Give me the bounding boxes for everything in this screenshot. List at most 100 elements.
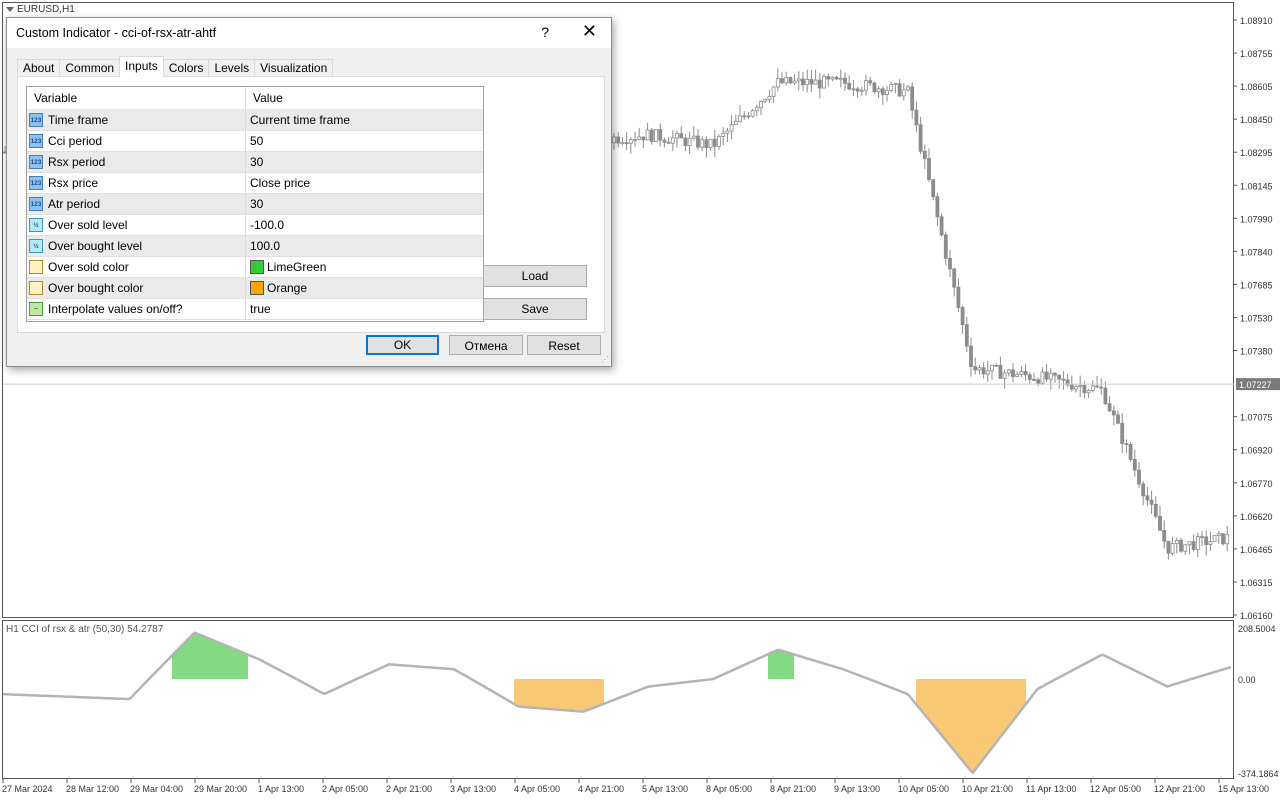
candle-body <box>696 135 700 148</box>
input-variable-cell: Over sold color <box>27 257 246 277</box>
price-label: 1.06920 <box>1240 446 1273 456</box>
candle-body <box>897 83 902 97</box>
input-row[interactable]: Over bought color Orange <box>27 278 483 299</box>
close-button[interactable]: ✕ <box>582 21 597 42</box>
input-value-cell[interactable]: 30 <box>246 194 483 214</box>
candle-body <box>704 139 709 148</box>
candle-body <box>796 78 801 82</box>
chart-symbol-title[interactable]: EURUSD,H1 <box>6 4 75 15</box>
candle-body <box>805 79 810 86</box>
time-label: 10 Apr 21:00 <box>962 784 1013 794</box>
save-button[interactable]: Save <box>483 298 587 320</box>
time-label: 2 Apr 05:00 <box>322 784 368 794</box>
input-value-cell[interactable]: -100.0 <box>246 215 483 235</box>
input-variable-cell: ½ Over sold level <box>27 215 246 235</box>
double-type-icon: ½ <box>29 218 43 232</box>
candle-body <box>1137 469 1141 485</box>
candle-body <box>746 115 751 118</box>
input-row[interactable]: ½ Over sold level -100.0 <box>27 215 483 236</box>
input-row[interactable]: ~ Interpolate values on/off? true <box>27 299 483 320</box>
price-label: 1.08755 <box>1240 49 1273 59</box>
input-variable-label: Over bought color <box>48 281 144 295</box>
candle-body <box>922 150 927 159</box>
candle-body <box>1044 371 1049 380</box>
reset-button[interactable]: Reset <box>527 335 601 355</box>
integer-type-icon: 123 <box>29 155 43 169</box>
input-value-cell[interactable]: LimeGreen <box>246 257 483 277</box>
resize-grip-icon[interactable]: ⋰ <box>601 355 609 364</box>
input-row[interactable]: 123 Rsx price Close price <box>27 173 483 194</box>
input-row[interactable]: 123 Atr period 30 <box>27 194 483 215</box>
input-value-cell[interactable]: Orange <box>246 278 483 298</box>
dialog-titlebar[interactable]: Custom Indicator - cci-of-rsx-atr-ahtf ?… <box>7 18 611 48</box>
tab-common[interactable]: Common <box>59 59 121 77</box>
tab-colors[interactable]: Colors <box>162 59 210 77</box>
candle-body <box>948 258 952 270</box>
tab-levels[interactable]: Levels <box>208 59 256 77</box>
help-button[interactable]: ? <box>541 24 549 40</box>
ok-button[interactable]: OK <box>366 335 439 355</box>
input-variable-cell: 123 Atr period <box>27 194 246 214</box>
candle-body <box>1149 499 1154 505</box>
load-button[interactable]: Load <box>483 265 587 287</box>
tab-about[interactable]: About <box>17 59 61 77</box>
candle-body <box>1208 541 1213 546</box>
candle-body <box>1162 529 1167 542</box>
input-value-cell[interactable]: 100.0 <box>246 236 483 256</box>
input-value-cell[interactable]: Close price <box>246 173 483 193</box>
candle-body <box>826 76 831 80</box>
input-variable-cell: 123 Time frame <box>27 110 246 130</box>
candle-body <box>935 196 940 218</box>
color-swatch <box>250 281 264 295</box>
candle-body <box>859 89 864 92</box>
input-variable-label: Over sold level <box>48 218 128 232</box>
input-value-cell[interactable]: Current time frame <box>246 110 483 130</box>
candle-body <box>864 80 868 91</box>
input-row[interactable]: Over sold color LimeGreen <box>27 257 483 278</box>
candle-body <box>670 137 675 144</box>
input-variable-label: Rsx price <box>48 176 99 190</box>
candle-body <box>624 142 629 144</box>
cancel-button[interactable]: Отмена <box>449 335 523 355</box>
input-value-cell[interactable]: 30 <box>246 152 483 172</box>
price-label: 1.07530 <box>1240 314 1273 324</box>
candle-body <box>956 286 961 308</box>
integer-type-icon: 123 <box>29 176 43 190</box>
time-label: 27 Mar 2024 <box>2 784 53 794</box>
candle-body <box>1032 379 1036 381</box>
tab-visualization[interactable]: Visualization <box>254 59 334 77</box>
time-label: 4 Apr 05:00 <box>514 784 560 794</box>
input-row[interactable]: 123 Time frame Current time frame <box>27 110 483 131</box>
candle-body <box>990 364 994 372</box>
candle-body <box>969 345 973 367</box>
tab-inputs[interactable]: Inputs <box>119 56 164 77</box>
candle-body <box>780 78 784 84</box>
candle-body <box>1174 539 1179 544</box>
input-variable-cell: 123 Cci period <box>27 131 246 151</box>
candle-body <box>1082 384 1087 394</box>
candle-body <box>889 83 894 91</box>
dropdown-triangle-icon <box>6 7 14 12</box>
price-label: 1.06770 <box>1240 479 1273 489</box>
input-value-text: Orange <box>267 281 308 295</box>
candle-body <box>1015 374 1020 377</box>
candle-body <box>1145 495 1150 501</box>
candle-body <box>939 216 944 236</box>
input-variable-cell: Over bought color <box>27 278 246 298</box>
candle-body <box>1019 370 1024 375</box>
candle-body <box>1128 444 1133 460</box>
column-header-value[interactable]: Value <box>246 87 483 109</box>
time-label: 1 Apr 13:00 <box>258 784 304 794</box>
input-row[interactable]: 123 Cci period 50 <box>27 131 483 152</box>
input-value-cell[interactable]: 50 <box>246 131 483 151</box>
input-value-cell[interactable]: true <box>246 299 483 319</box>
input-row[interactable]: ½ Over bought level 100.0 <box>27 236 483 257</box>
column-header-variable[interactable]: Variable <box>27 87 246 109</box>
candle-body <box>1023 370 1028 376</box>
candle-body <box>855 88 860 92</box>
subwindow-scale-label: 208.5004 <box>1238 624 1276 634</box>
input-row[interactable]: 123 Rsx period 30 <box>27 152 483 173</box>
input-variable-label: Atr period <box>48 197 101 211</box>
integer-type-icon: 123 <box>29 197 43 211</box>
candle-body <box>960 307 965 326</box>
